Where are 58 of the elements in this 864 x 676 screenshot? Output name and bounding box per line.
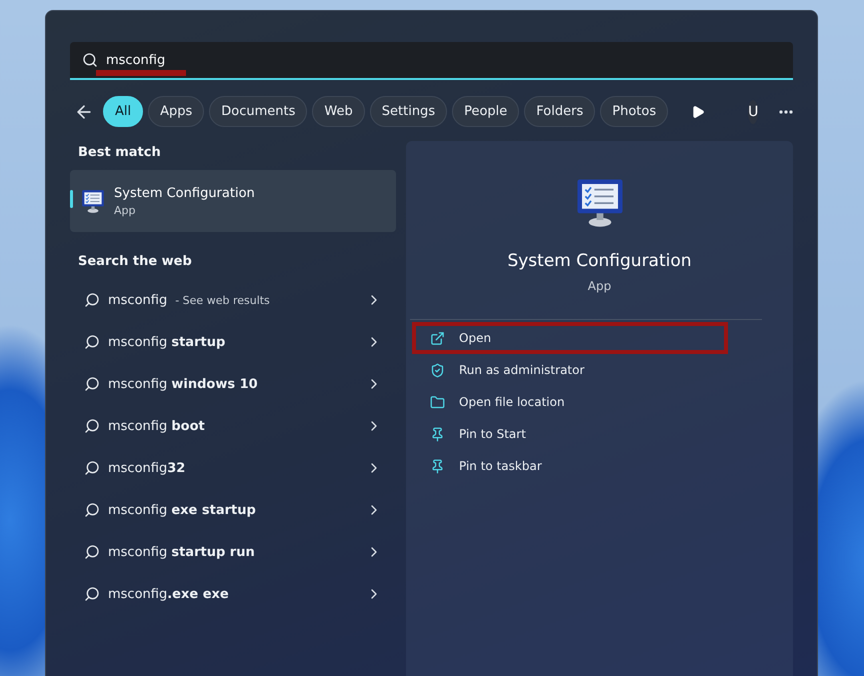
filter-tab[interactable]: Photos [600, 96, 668, 127]
search-icon [82, 52, 98, 68]
search-icon [84, 502, 100, 518]
search-field[interactable]: msconfig [70, 42, 793, 80]
search-icon [84, 334, 100, 350]
account-avatar[interactable]: U [748, 100, 758, 124]
folder-icon [430, 394, 445, 410]
search-icon [84, 418, 100, 434]
app-title: System Configuration [507, 251, 692, 271]
search-icon [84, 292, 100, 308]
pin-icon [430, 426, 445, 442]
action-item[interactable]: Open file location [412, 386, 787, 418]
external-link-icon [430, 330, 445, 346]
search-icon [84, 460, 100, 476]
filter-tab[interactable]: Web [312, 96, 365, 127]
monitor-icon [80, 188, 106, 214]
best-match-item[interactable]: System Configuration App [70, 170, 396, 232]
filter-tab[interactable]: Documents [209, 96, 308, 127]
web-result[interactable]: msconfig32 [70, 447, 396, 489]
filter-tab[interactable]: All [103, 96, 144, 127]
action-item[interactable]: Open [412, 322, 728, 354]
search-input[interactable]: msconfig [106, 52, 306, 68]
result-hint: - See web results [175, 294, 271, 306]
action-item[interactable]: Pin to taskbar [412, 450, 787, 482]
result-text: msconfig [108, 292, 168, 308]
filter-tab[interactable]: People [452, 96, 520, 127]
web-result[interactable]: msconfig windows 10 [70, 363, 396, 405]
filter-tab[interactable]: Folders [524, 96, 596, 127]
action-item[interactable]: Pin to Start [412, 418, 787, 450]
result-text: msconfig boot [108, 418, 206, 434]
selection-accent [70, 190, 73, 208]
search-icon [84, 376, 100, 392]
result-text: msconfig32 [108, 460, 186, 476]
search-icon [84, 544, 100, 560]
result-text: msconfig windows 10 [108, 376, 259, 392]
web-result[interactable]: msconfig startup [70, 321, 396, 363]
filter-tab[interactable]: Settings [370, 96, 448, 127]
result-text: msconfig startup run [108, 544, 256, 560]
search-icon [84, 586, 100, 602]
web-result[interactable]: msconfig boot [70, 405, 396, 447]
filter-tab[interactable]: Apps [148, 96, 204, 127]
shield-icon [430, 362, 445, 378]
action-item[interactable]: Run as administrator [412, 354, 787, 386]
app-type: App [588, 279, 612, 293]
result-text: msconfig startup [108, 334, 226, 350]
pin-icon [430, 458, 445, 474]
app-title: System Configuration [114, 186, 255, 200]
result-text: msconfig exe startup [108, 502, 257, 518]
result-text: msconfig.exe exe [108, 586, 230, 602]
web-result[interactable]: msconfig - See web results [70, 279, 396, 321]
section-heading: Best match [77, 145, 162, 160]
more-icon [779, 110, 794, 114]
web-result[interactable]: msconfig exe startup [70, 489, 396, 531]
web-result[interactable]: msconfig.exe exe [70, 573, 396, 615]
web-result[interactable]: msconfig startup run [70, 531, 396, 573]
section-heading: Search the web [77, 254, 193, 269]
play-icon [691, 104, 706, 118]
app-type: App [114, 204, 136, 216]
